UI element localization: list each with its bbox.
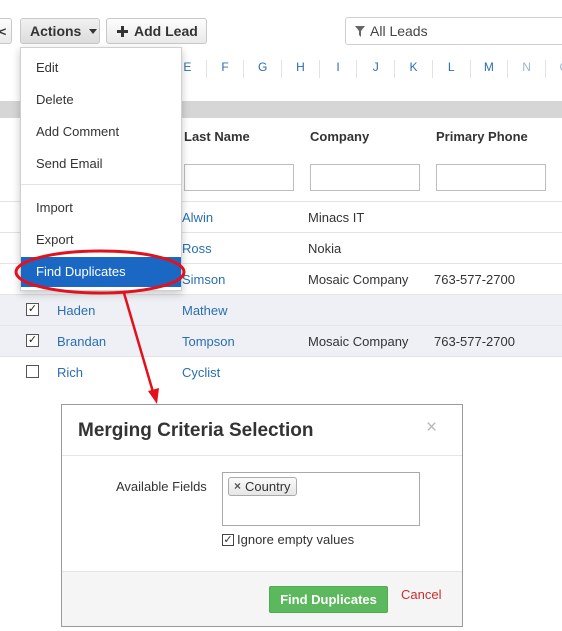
field-tag-label: Country [245, 479, 291, 494]
close-icon[interactable]: × [426, 417, 437, 439]
find-duplicates-button[interactable]: Find Duplicates [269, 586, 388, 613]
highlight-ellipse [14, 249, 186, 295]
available-fields-label: Available Fields [116, 479, 207, 494]
ignore-empty-option[interactable]: ✓ Ignore empty values [222, 532, 354, 547]
callout-arrow-line [122, 292, 155, 393]
callout-arrowhead-icon [148, 388, 159, 404]
merging-criteria-dialog: Merging Criteria Selection × Available F… [61, 404, 463, 627]
tag-remove-icon[interactable]: × [234, 478, 241, 495]
dialog-footer: Find Duplicates Cancel [62, 572, 462, 626]
ignore-empty-checkbox[interactable]: ✓ [222, 533, 234, 546]
cancel-link[interactable]: Cancel [401, 587, 441, 602]
dialog-title: Merging Criteria Selection [78, 420, 314, 441]
ignore-empty-label: Ignore empty values [237, 532, 355, 547]
dialog-header-divider [62, 455, 462, 456]
field-tag-country[interactable]: × Country [228, 477, 297, 496]
available-fields-select[interactable]: × Country [222, 472, 420, 526]
